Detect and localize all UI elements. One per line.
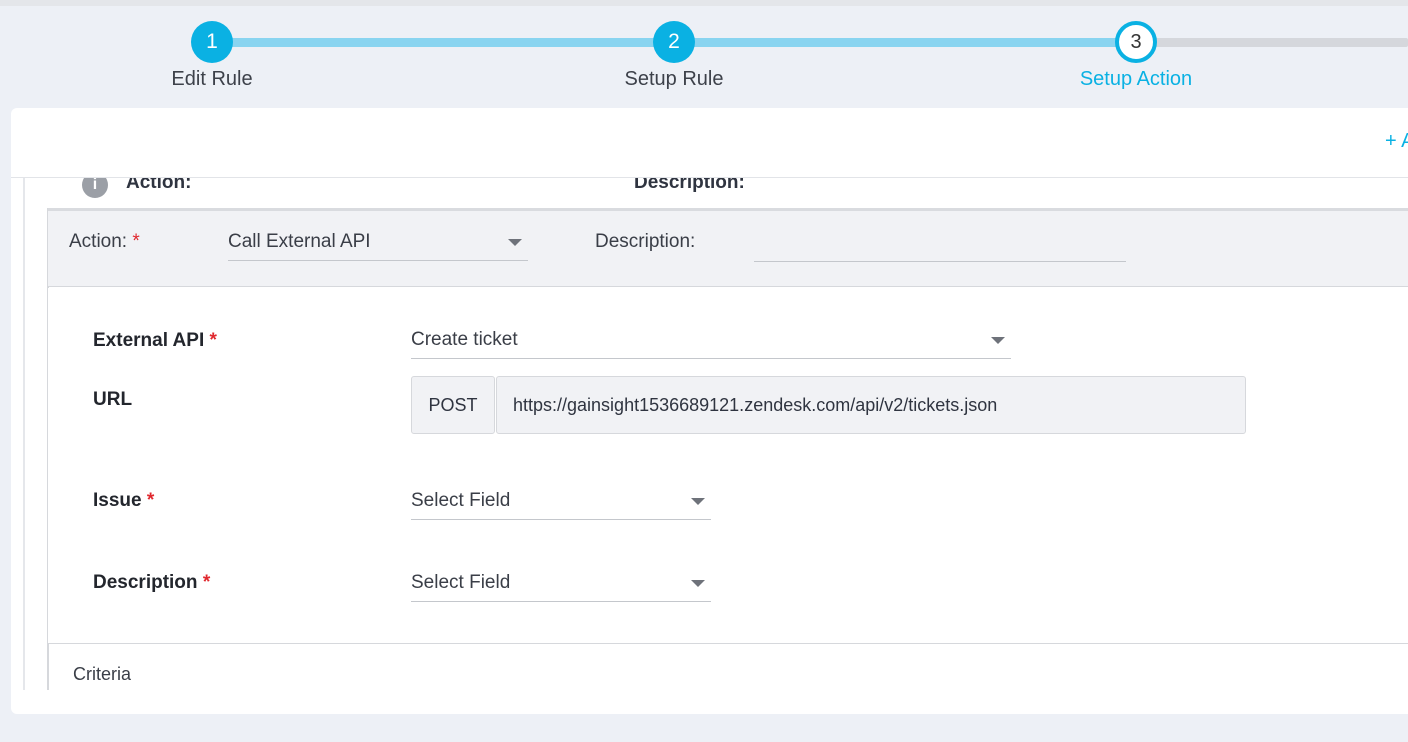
action-select-value: Call External API <box>228 231 371 252</box>
chevron-down-icon <box>691 580 705 587</box>
action-card: Action: * Call External API Description:… <box>48 208 1408 708</box>
step-number: 3 <box>1115 21 1157 63</box>
panel-header: + A <box>11 108 1408 178</box>
step-label: Setup Action <box>1079 68 1193 90</box>
action-label: Action: * <box>69 231 140 252</box>
chevron-down-icon <box>991 337 1005 344</box>
left-rail <box>23 178 25 690</box>
criteria-section[interactable]: Criteria <box>48 643 1408 711</box>
description-select-value: Select Field <box>411 572 511 593</box>
action-select[interactable]: Call External API <box>228 225 528 261</box>
step-number: 2 <box>653 21 695 63</box>
step-setup-rule[interactable]: 2 Setup Rule <box>594 21 754 91</box>
add-action-link[interactable]: + A <box>1385 130 1408 153</box>
collapsed-description-label: Description: <box>634 178 745 193</box>
external-api-label: External API * <box>93 330 217 351</box>
http-method: POST <box>411 376 495 434</box>
wizard-stepper: 1 Edit Rule 2 Setup Rule 3 Setup Action <box>0 0 1408 108</box>
action-card-header: Action: * Call External API Description: <box>48 211 1408 287</box>
chevron-down-icon <box>508 239 522 246</box>
setup-action-panel: + A i Action: Description: Action: * Cal… <box>11 108 1408 714</box>
step-setup-action[interactable]: 3 Setup Action <box>1056 21 1216 91</box>
external-api-value: Create ticket <box>411 329 518 350</box>
collapsed-action-row[interactable]: i Action: Description: <box>25 178 1408 208</box>
description-label: Description: <box>595 231 696 252</box>
action-card-body: External API * Create ticket URL POST ht… <box>48 288 1408 643</box>
description-select[interactable]: Select Field <box>411 566 711 602</box>
step-label: Edit Rule <box>171 68 253 90</box>
criteria-label: Criteria <box>73 664 132 684</box>
external-api-select[interactable]: Create ticket <box>411 323 1011 359</box>
step-label: Setup Rule <box>624 68 724 90</box>
description-input[interactable] <box>754 261 1126 262</box>
issue-select-value: Select Field <box>411 490 511 511</box>
info-icon: i <box>82 178 108 198</box>
chevron-down-icon <box>691 498 705 505</box>
description-field-label: Description * <box>93 572 211 593</box>
url-label: URL <box>93 389 133 410</box>
required-mark: * <box>132 231 140 252</box>
step-number: 1 <box>191 21 233 63</box>
url-input[interactable]: https://gainsight1536689121.zendesk.com/… <box>496 376 1246 434</box>
url-field: POST https://gainsight1536689121.zendesk… <box>411 376 1246 434</box>
issue-label: Issue * <box>93 490 155 511</box>
step-edit-rule[interactable]: 1 Edit Rule <box>132 21 292 91</box>
issue-select[interactable]: Select Field <box>411 484 711 520</box>
collapsed-action-label: Action: <box>126 178 192 193</box>
